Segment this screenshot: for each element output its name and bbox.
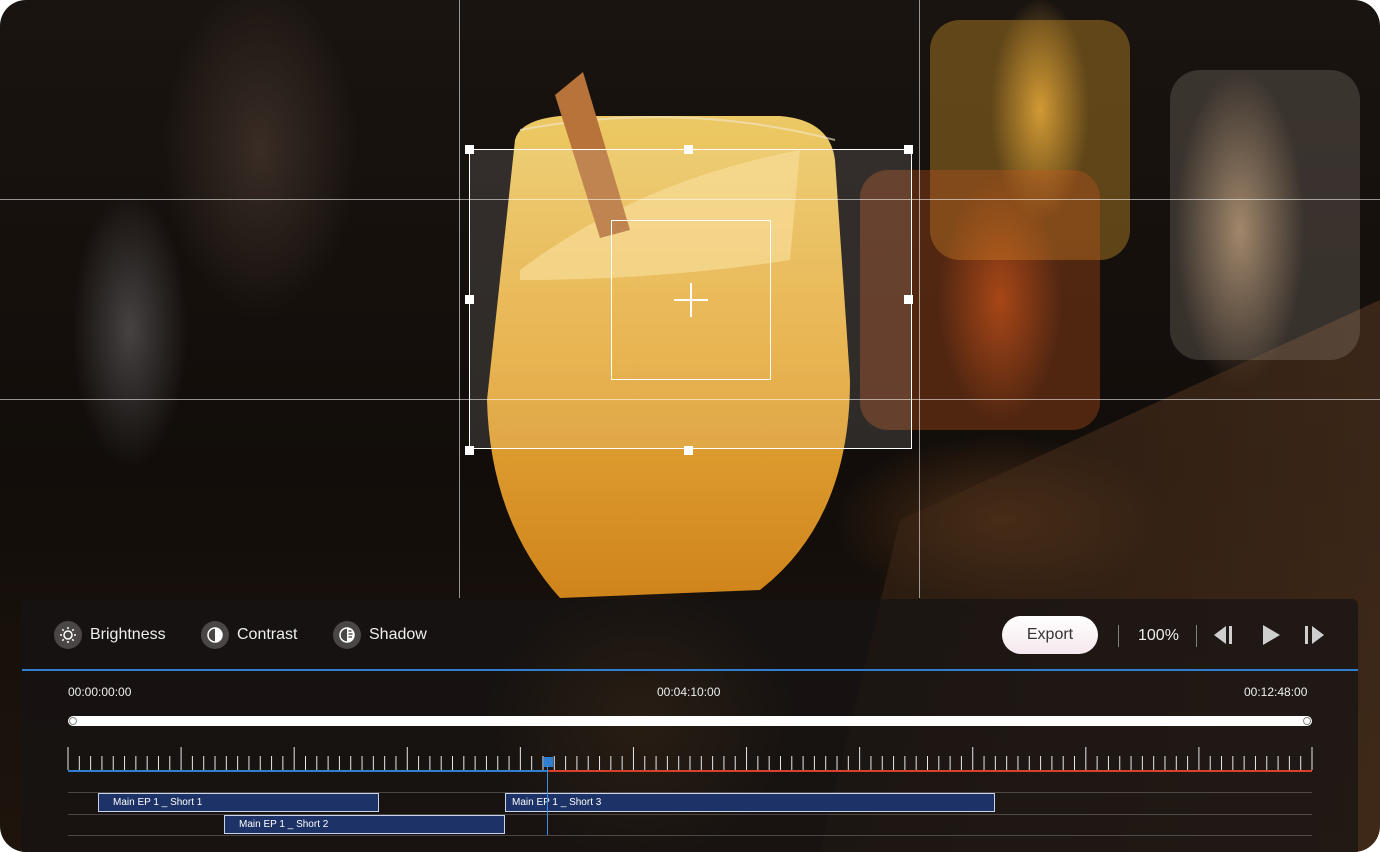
grid-guide-vertical	[459, 0, 460, 598]
zoom-level[interactable]: 100%	[1138, 627, 1179, 645]
timecode-start: 00:00:00:00	[68, 685, 132, 699]
shadow-tool[interactable]: Shadow	[333, 620, 427, 650]
adjustment-toolbar: Brightness Contrast Shadow Export 100%	[22, 599, 1358, 670]
focus-point-box[interactable]	[611, 220, 771, 380]
shadow-label: Shadow	[369, 626, 427, 643]
brightness-label: Brightness	[90, 626, 166, 643]
scrub-range-bar[interactable]	[68, 716, 1312, 726]
skip-back-icon[interactable]	[1212, 623, 1238, 647]
range-end-handle[interactable]	[1303, 717, 1311, 725]
brightness-icon	[54, 621, 82, 649]
crop-handle-top-right[interactable]	[904, 145, 913, 154]
toolbar-divider	[1118, 625, 1119, 647]
toolbar-divider	[1196, 625, 1197, 647]
playhead-marker[interactable]	[543, 757, 554, 767]
brightness-tool[interactable]: Brightness	[54, 620, 166, 650]
crop-handle-top[interactable]	[684, 145, 693, 154]
crop-handle-bottom[interactable]	[684, 446, 693, 455]
contrast-icon	[201, 621, 229, 649]
crop-handle-top-left[interactable]	[465, 145, 474, 154]
timecode-end: 00:12:48:00	[1244, 685, 1308, 699]
timeline-clip[interactable]: Main EP 1 _ Short 2	[224, 815, 505, 834]
timeline-clip[interactable]: Main EP 1 _ Short 1	[98, 793, 379, 812]
playhead-line	[547, 765, 548, 835]
video-editor: Brightness Contrast Shadow Export 100% 0…	[0, 0, 1380, 852]
timeline-clip[interactable]: Main EP 1 _ Short 3	[505, 793, 995, 812]
crop-handle-left[interactable]	[465, 295, 474, 304]
export-button[interactable]: Export	[1002, 616, 1098, 654]
skip-forward-icon[interactable]	[1302, 623, 1328, 647]
background-glass	[1170, 70, 1360, 360]
grid-guide-vertical	[919, 0, 920, 598]
timeline-top-border	[22, 669, 1358, 671]
crop-handle-right[interactable]	[904, 295, 913, 304]
range-start-handle[interactable]	[69, 717, 77, 725]
contrast-tool[interactable]: Contrast	[201, 620, 297, 650]
timecode-middle: 00:04:10:00	[657, 685, 721, 699]
editor-panel: Brightness Contrast Shadow Export 100% 0…	[22, 599, 1358, 852]
play-icon[interactable]	[1258, 623, 1284, 647]
ruler-remaining-segment	[548, 770, 1312, 772]
contrast-label: Contrast	[237, 626, 298, 643]
ruler-played-segment	[68, 770, 549, 772]
crop-handle-bottom-left[interactable]	[465, 446, 474, 455]
timeline-ruler[interactable]	[22, 739, 1358, 779]
shadow-icon	[333, 621, 361, 649]
track-divider	[68, 835, 1312, 836]
